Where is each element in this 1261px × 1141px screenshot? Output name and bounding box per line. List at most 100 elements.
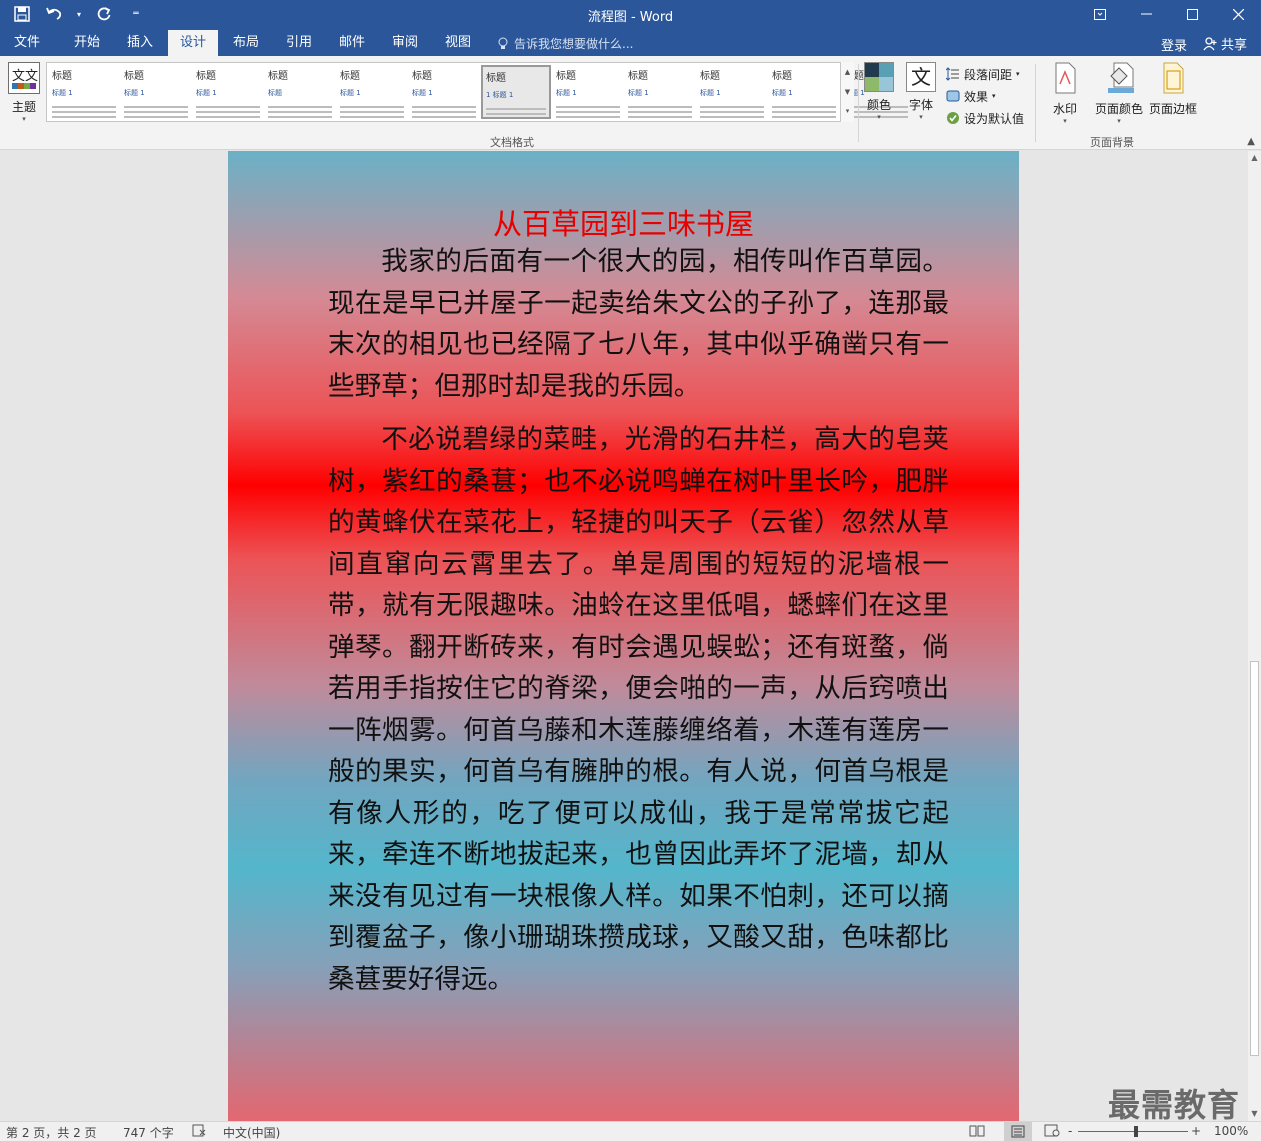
style-thumbnail[interactable]: 标题标题 1 — [697, 65, 767, 119]
document-page[interactable]: 从百草园到三味书屋 我家的后面有一个很大的园，相传叫作百草园。现在是早已并屋子一… — [228, 151, 1019, 1121]
style-thumbnail-lines — [628, 106, 692, 119]
tab-file[interactable]: 文件 — [2, 30, 52, 56]
tab-view[interactable]: 视图 — [433, 30, 483, 56]
style-thumbnail-sub: 标题 1 — [772, 89, 793, 97]
page-color-label: 页面颜色 — [1094, 102, 1143, 116]
style-thumbnail-title: 标题 — [700, 71, 720, 82]
style-thumbnail-title: 标题 — [196, 71, 216, 82]
style-thumbnail-title: 标题 — [556, 71, 576, 82]
style-thumbnail-sub: 标题 1 — [556, 89, 577, 97]
tab-insert[interactable]: 插入 — [115, 30, 165, 56]
person-icon — [1203, 36, 1217, 50]
watermark-button[interactable]: 水印 ▾ — [1040, 62, 1090, 125]
login-link[interactable]: 登录 — [1161, 35, 1187, 54]
paragraph-spacing-label: 段落间距 — [964, 67, 1013, 82]
page-count[interactable]: 第 2 页，共 2 页 — [6, 1124, 97, 1141]
set-default-button[interactable]: 设为默认值 — [946, 107, 1024, 129]
page-border-icon — [1160, 62, 1186, 94]
word-count[interactable]: 747 个字 — [123, 1124, 174, 1141]
zoom-in-button[interactable]: + — [1191, 1124, 1201, 1138]
style-thumbnail[interactable]: 标题 标题 1 — [121, 65, 191, 119]
style-thumbnail-lines — [268, 106, 332, 119]
fonts-label: 字体 — [908, 98, 933, 112]
close-icon[interactable] — [1215, 0, 1261, 28]
zoom-slider-thumb[interactable] — [1134, 1126, 1138, 1137]
web-layout-icon[interactable] — [1044, 1124, 1060, 1140]
themes-button[interactable]: 文文 主题 ▾ — [4, 62, 44, 132]
style-thumbnail-lines — [486, 108, 546, 117]
page-bg-group-label: 页面背景 — [1090, 136, 1134, 149]
window-title: 流程图 - Word — [587, 10, 674, 25]
separator — [1035, 64, 1036, 142]
style-thumbnail[interactable]: 标题 1 标题 1 — [481, 65, 551, 119]
document-format-gallery[interactable]: 标题 标题 1 标题 标题 1 标题 标题 1 标题 标题 标题 标题 1 标题 标题 1 标题 1 标题… — [46, 62, 908, 122]
tab-home[interactable]: 开始 — [62, 30, 112, 56]
ribbon-tabs: 文件 开始 插入 设计 布局 引用 邮件 审阅 视图 告诉我您想要做什么... … — [0, 30, 1261, 56]
style-thumbnail[interactable]: 标题 标题 1 — [337, 65, 407, 119]
share-button[interactable]: 共享 — [1203, 34, 1247, 53]
tell-me-box[interactable]: 告诉我您想要做什么... — [498, 35, 633, 52]
window-controls — [1077, 0, 1261, 28]
style-thumbnail-sub: 标题 1 — [700, 89, 721, 97]
language[interactable]: 中文(中国) — [223, 1124, 280, 1141]
gallery-up-icon[interactable]: ▲ — [841, 62, 854, 82]
style-thumbnail-sub: 标题 — [268, 89, 282, 97]
tab-review[interactable]: 审阅 — [380, 30, 430, 56]
style-thumbnail[interactable]: 标题 标题 1 — [193, 65, 263, 119]
style-thumbnail-sub: 1 标题 1 — [486, 91, 514, 99]
style-thumbnail-title: 标题 — [340, 71, 360, 82]
style-thumbnail[interactable]: 标题标题 1 — [553, 65, 623, 119]
themes-label: 主题 — [11, 100, 36, 114]
document-title: 从百草园到三味书屋 — [492, 207, 754, 241]
scroll-up-icon[interactable]: ▲ — [1248, 151, 1261, 165]
zoom-slider[interactable] — [1078, 1131, 1188, 1132]
watermark-icon — [1052, 62, 1078, 94]
tab-layout[interactable]: 布局 — [221, 30, 271, 56]
page-background-group: 水印 ▾ 页面颜色 ▾ 页面边框 — [1040, 62, 1198, 125]
tab-design[interactable]: 设计 — [168, 30, 219, 56]
document-body[interactable]: 我家的后面有一个很大的园，相传叫作百草园。现在是早已并屋子一起卖给朱文公的子孙了… — [328, 241, 949, 1012]
scroll-thumb[interactable] — [1250, 661, 1259, 1056]
style-thumbnail-title: 标题 — [412, 71, 432, 82]
document-area: 从百草园到三味书屋 我家的后面有一个很大的园，相传叫作百草园。现在是早已并屋子一… — [0, 151, 1248, 1121]
gallery-more-icon[interactable]: ▾ — [841, 102, 854, 120]
set-default-label: 设为默认值 — [964, 111, 1025, 126]
read-mode-icon[interactable] — [969, 1124, 985, 1140]
fonts-button[interactable]: 文 字体 ▾ — [904, 62, 938, 121]
proofing-icon[interactable] — [192, 1124, 206, 1140]
page-color-button[interactable]: 页面颜色 ▾ — [1094, 62, 1144, 125]
style-thumbnail-lines — [412, 106, 476, 119]
style-thumbnail-lines — [700, 106, 764, 119]
zoom-level[interactable]: 100% — [1214, 1124, 1248, 1138]
effects-label: 效果 — [964, 89, 989, 104]
collapse-ribbon-icon[interactable]: ▲ — [1247, 136, 1255, 147]
vertical-scrollbar[interactable]: ▲ ▼ — [1248, 151, 1261, 1121]
style-thumbnail-title: 标题 — [268, 71, 288, 82]
page-border-button[interactable]: 页面边框 — [1148, 62, 1198, 125]
minimize-icon[interactable] — [1123, 0, 1169, 28]
status-bar: 第 2 页，共 2 页 747 个字 中文(中国) - + 100% — [0, 1121, 1261, 1141]
tab-mailings[interactable]: 邮件 — [327, 30, 377, 56]
paragraph-spacing-button[interactable]: 段落间距 ▾ — [946, 63, 1024, 85]
style-thumbnail-sub: 标题 1 — [628, 89, 649, 97]
gallery-down-icon[interactable]: ▼ — [841, 82, 854, 102]
gallery-scroll[interactable]: ▲ ▼ ▾ — [840, 62, 854, 122]
ribbon-display-icon[interactable] — [1077, 0, 1123, 28]
separator — [858, 64, 859, 142]
style-thumbnail-lines — [196, 106, 260, 119]
colors-label: 颜色 — [866, 98, 891, 112]
colors-button[interactable]: 颜色 ▾ — [862, 62, 896, 121]
style-thumbnail[interactable]: 标题 标题 1 — [625, 65, 695, 119]
effects-button[interactable]: 效果 ▾ — [946, 85, 1024, 107]
tell-me-text: 告诉我您想要做什么... — [514, 37, 634, 51]
style-thumbnail[interactable]: 标题 标题 1 — [769, 65, 839, 119]
style-thumbnail[interactable]: 标题 标题 1 — [49, 65, 119, 119]
maximize-icon[interactable] — [1169, 0, 1215, 28]
zoom-out-button[interactable]: - — [1068, 1124, 1072, 1138]
tab-references[interactable]: 引用 — [274, 30, 324, 56]
scroll-down-icon[interactable]: ▼ — [1248, 1107, 1261, 1121]
print-layout-icon[interactable] — [1004, 1122, 1032, 1141]
style-thumbnail[interactable]: 标题 标题 — [265, 65, 335, 119]
style-thumbnail[interactable]: 标题标题 1 — [409, 65, 479, 119]
style-thumbnail-sub: 标题 1 — [412, 89, 433, 97]
